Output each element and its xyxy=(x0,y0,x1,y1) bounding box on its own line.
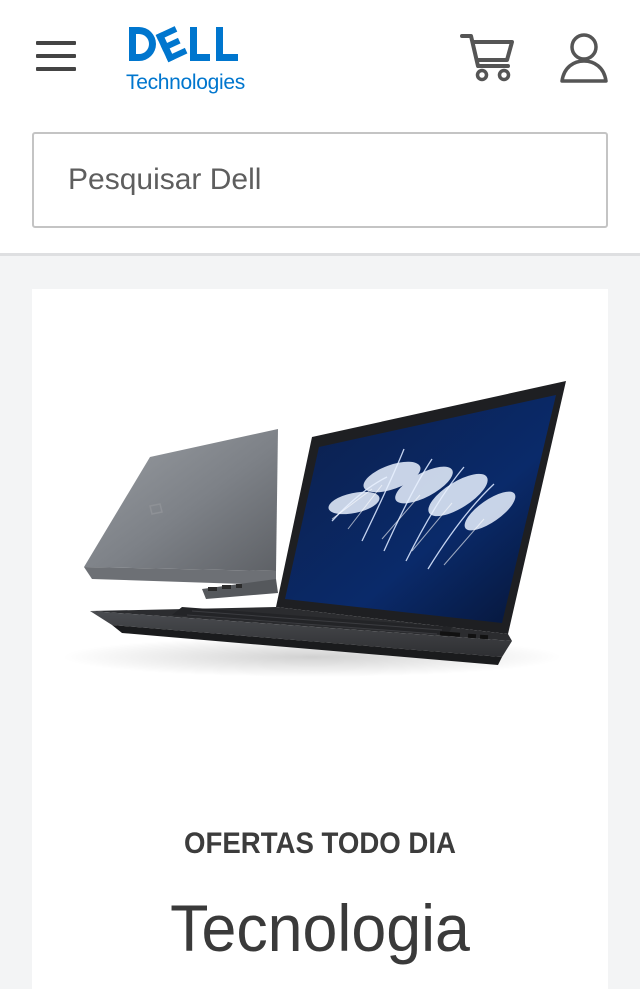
cart-icon xyxy=(460,34,514,82)
promo-card[interactable]: OFERTAS TODO DIA Tecnologia xyxy=(32,289,608,989)
cart-button[interactable] xyxy=(458,28,520,88)
hamburger-icon xyxy=(36,41,76,71)
menu-button[interactable] xyxy=(30,30,82,82)
promo-eyebrow: OFERTAS TODO DIA xyxy=(184,827,456,860)
dell-technologies-logo[interactable]: Technologies xyxy=(126,24,250,94)
laptop-product-image[interactable] xyxy=(32,289,608,759)
dell-logo-wordmark xyxy=(129,26,238,63)
account-button[interactable] xyxy=(554,28,614,88)
site-header: Technologies xyxy=(0,0,640,256)
user-icon xyxy=(560,33,608,83)
rear-laptop xyxy=(84,429,278,599)
search-input[interactable] xyxy=(66,162,606,198)
promo-headline: Tecnologia xyxy=(170,891,470,965)
logo-subtitle: Technologies xyxy=(126,71,245,94)
search-box[interactable] xyxy=(32,132,608,228)
